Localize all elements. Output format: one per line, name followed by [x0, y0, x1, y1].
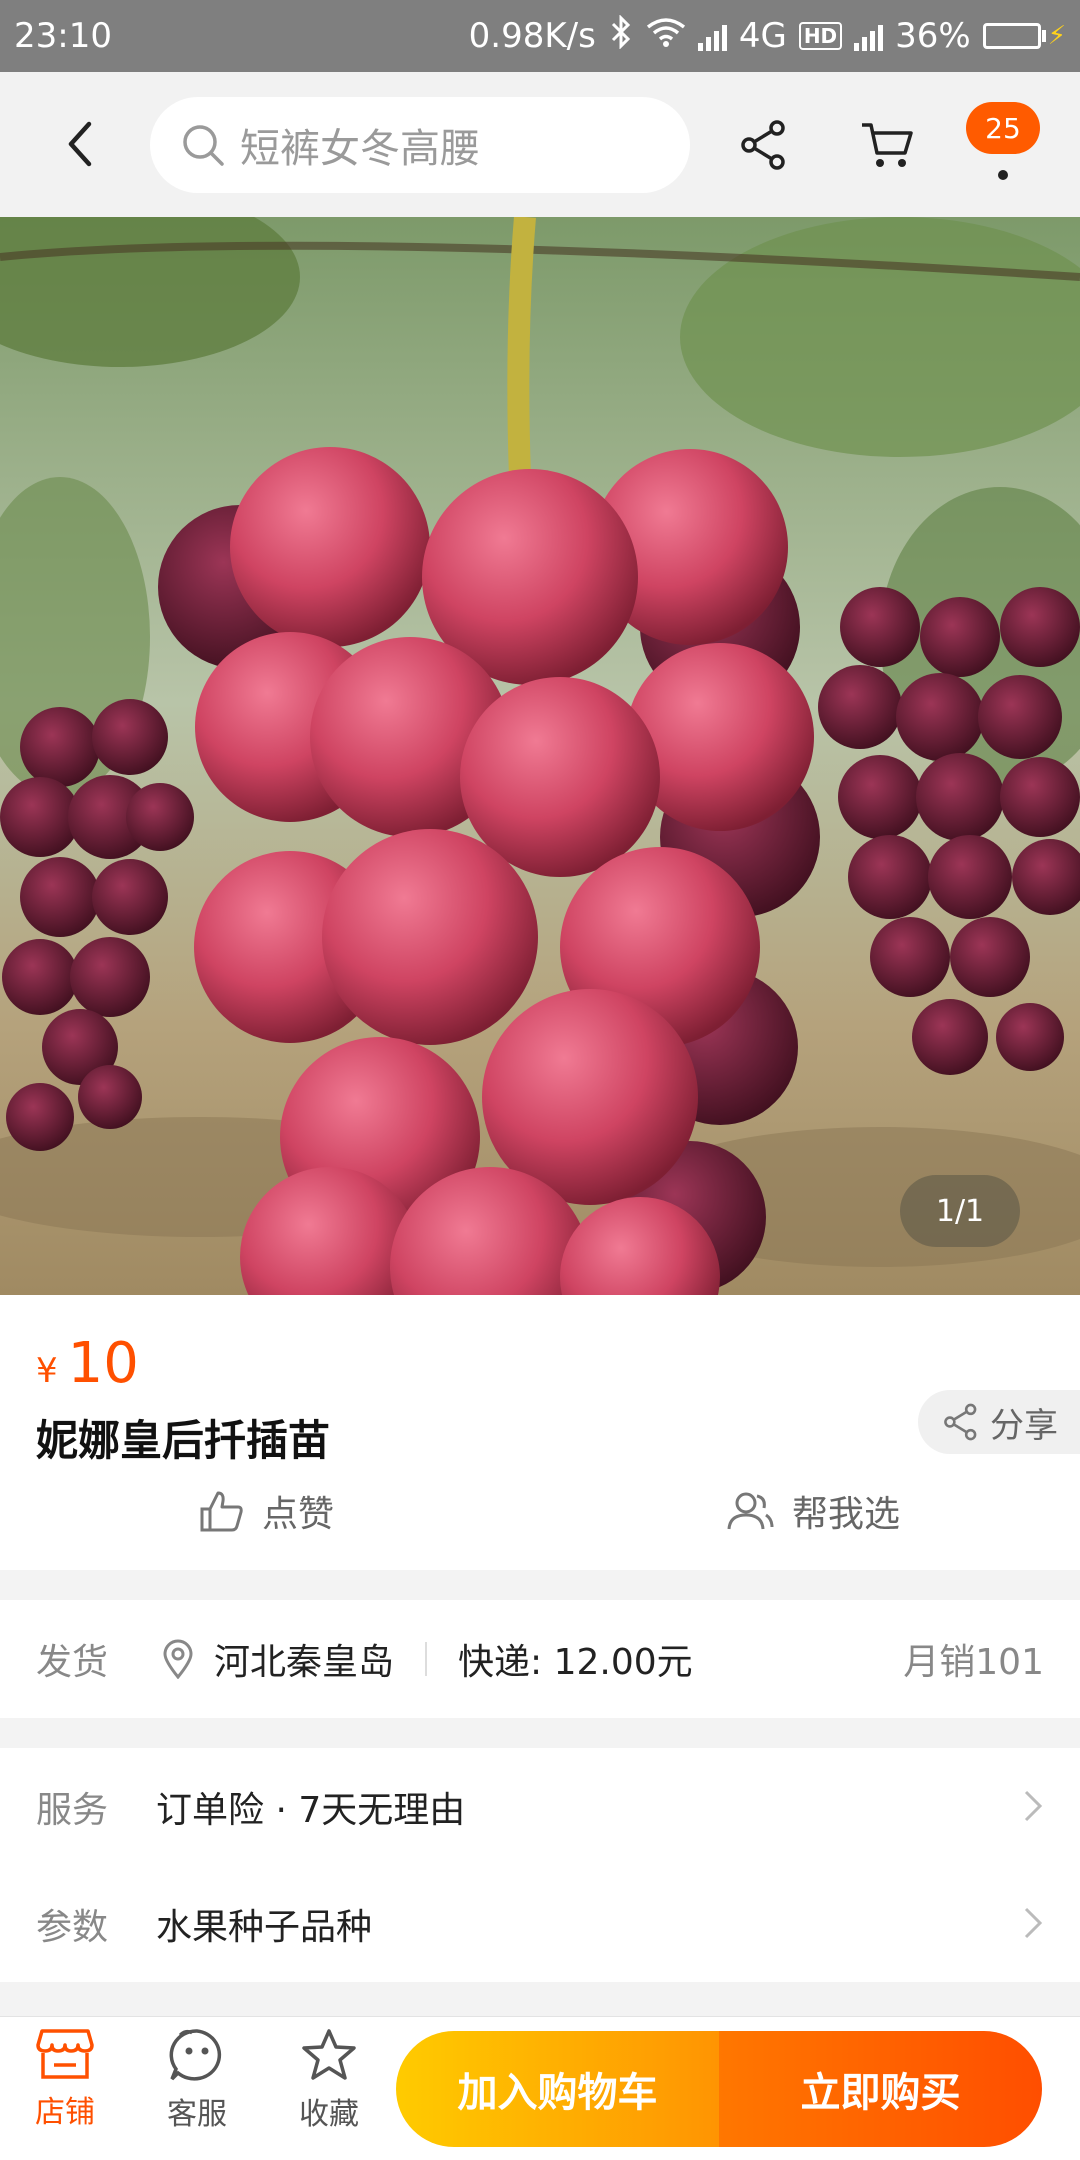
monthly-sales: 月销101	[903, 1642, 1044, 1683]
currency-symbol: ¥	[36, 1351, 58, 1391]
params-row[interactable]: 参数 水果种子品种	[0, 1865, 1080, 1982]
network-type: 4G	[738, 16, 787, 56]
share-icon	[944, 1403, 977, 1441]
express-fee: 快递: 12.00元	[458, 1642, 693, 1683]
search-placeholder: 短裤女冬高腰	[240, 126, 480, 172]
price: ¥ 10	[36, 1331, 139, 1396]
charging-icon: ⚡	[1047, 21, 1066, 51]
service-params-card: 服务 订单险 · 7天无理由 参数 水果种子品种	[0, 1748, 1080, 1982]
location-text: 河北秦皇岛	[214, 1642, 395, 1683]
more-dot-icon	[998, 170, 1008, 180]
chat-face-icon	[169, 2029, 222, 2081]
cart-button[interactable]	[852, 110, 922, 180]
chevron-right-icon	[1024, 1907, 1043, 1939]
divider	[425, 1642, 427, 1676]
ship-from-location: 河北秦皇岛	[162, 1633, 394, 1685]
store-tab[interactable]: 店铺	[10, 2027, 120, 2131]
grapes-photo	[0, 217, 1080, 1295]
customer-service-label: 客服	[167, 2097, 227, 2132]
add-to-cart-button[interactable]: 加入购物车	[396, 2031, 719, 2147]
share-label: 分享	[990, 1405, 1058, 1446]
like-button[interactable]: 点赞	[198, 1485, 334, 1537]
search-bar[interactable]: 短裤女冬高腰	[150, 97, 690, 193]
product-title: 妮娜皇后扦插苗	[36, 1416, 331, 1465]
status-time: 23:10	[14, 16, 112, 56]
net-speed: 0.98K/s	[468, 16, 596, 56]
wifi-icon	[646, 16, 686, 56]
customer-service-tab[interactable]: 客服	[142, 2027, 252, 2133]
thumbs-up-icon	[200, 1491, 243, 1532]
cell-signal-icon	[697, 21, 727, 51]
back-arrow-icon	[68, 121, 92, 167]
battery-icon: ⚡	[982, 21, 1066, 51]
more-menu-button[interactable]: 25	[966, 102, 1040, 192]
share-button[interactable]	[734, 110, 794, 180]
message-count-badge: 25	[966, 102, 1040, 154]
buy-now-button[interactable]: 立即购买	[719, 2031, 1042, 2147]
status-bar: 23:10 0.98K/s 4G HD 36% ⚡	[0, 0, 1080, 72]
bottom-action-bar: 店铺 客服 收藏 加入购物车 立即购买	[0, 2016, 1080, 2160]
people-icon	[727, 1492, 774, 1530]
product-info-card: ¥ 10 妮娜皇后扦插苗 分享 点赞 帮我选	[0, 1295, 1080, 1570]
image-pager: 1/1	[900, 1175, 1020, 1247]
favorite-label: 收藏	[299, 2097, 359, 2132]
chevron-right-icon	[1024, 1790, 1043, 1822]
params-label: 参数	[36, 1906, 109, 1948]
location-pin-icon	[163, 1639, 193, 1679]
service-label: 服务	[36, 1789, 109, 1831]
share-icon	[741, 120, 785, 170]
battery-percent: 36%	[895, 16, 971, 56]
purchase-buttons: 加入购物车 立即购买	[396, 2031, 1042, 2147]
search-icon	[183, 125, 224, 166]
shipping-row: 发货 河北秦皇岛 快递: 12.00元 月销101	[0, 1600, 1080, 1718]
store-label: 店铺	[35, 2095, 95, 2130]
store-icon	[36, 2029, 94, 2079]
share-pill-button[interactable]: 分享	[918, 1390, 1080, 1454]
top-navigation: 短裤女冬高腰 25	[0, 72, 1080, 217]
cell-signal-icon-2	[854, 21, 884, 51]
service-row[interactable]: 服务 订单险 · 7天无理由	[0, 1748, 1080, 1865]
bluetooth-icon	[608, 13, 634, 58]
price-value: 10	[67, 1331, 139, 1396]
params-value: 水果种子品种	[156, 1906, 373, 1948]
back-button[interactable]	[50, 114, 110, 174]
help-me-choose-button[interactable]: 帮我选	[724, 1485, 900, 1537]
like-label: 点赞	[262, 1494, 335, 1535]
service-value: 订单险 · 7天无理由	[156, 1789, 466, 1831]
hd-badge: HD	[798, 22, 843, 50]
favorite-tab[interactable]: 收藏	[274, 2027, 384, 2133]
help-me-choose-label: 帮我选	[792, 1494, 901, 1535]
product-image-gallery[interactable]: 1/1	[0, 217, 1080, 1295]
shipping-label: 发货	[36, 1642, 109, 1683]
star-icon	[302, 2029, 356, 2080]
cart-icon	[862, 123, 913, 167]
